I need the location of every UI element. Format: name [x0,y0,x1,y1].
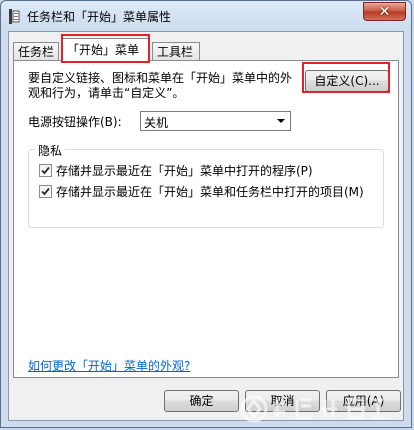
customize-highlight-box [302,62,390,93]
tab-highlight-box [61,34,150,63]
recent-items-option[interactable]: 存储并显示最近在「开始」菜单和任务栏中打开的项目(M) [39,183,364,199]
power-button-label: 电源按钮操作(B): [28,115,122,129]
tab-toolbars[interactable]: 工具栏 [152,42,200,60]
properties-dialog: 任务栏和「开始」菜单属性 ✕ 任务栏 「开始」菜单 工具栏 要自定义链接、图标和… [0,0,412,428]
recent-programs-label: 存储并显示最近在「开始」菜单中打开的程序(P) [56,163,313,178]
close-button[interactable]: ✕ [363,2,406,21]
taskbar-properties-icon [9,9,20,24]
start-menu-help-link[interactable]: 如何更改「开始」菜单的外观? [28,357,190,374]
privacy-group-label: 隐私 [35,142,66,159]
ok-button[interactable]: 确定 [164,390,239,412]
checkmark-icon [41,187,50,195]
recent-programs-option[interactable]: 存储并显示最近在「开始」菜单中打开的程序(P) [39,162,313,178]
watermark-logo [240,395,385,423]
tab-taskbar[interactable]: 任务栏 [13,42,59,60]
chevron-down-icon [277,119,285,123]
customize-description: 要自定义链接、图标和菜单在「开始」菜单中的外观和行为，请单击“自定义”。 [28,71,293,100]
privacy-group: 隐私 存储并显示最近在「开始」菜单中打开的程序(P) 存储并显示最近在「开始」菜… [28,142,384,228]
window-title: 任务栏和「开始」菜单属性 [27,10,172,24]
power-button-action-value: 关机 [144,116,169,130]
close-icon: ✕ [378,3,391,20]
start-menu-panel: 要自定义链接、图标和菜单在「开始」菜单中的外观和行为，请单击“自定义”。 自定义… [13,60,399,378]
recent-items-label: 存储并显示最近在「开始」菜单和任务栏中打开的项目(M) [56,184,364,199]
title-bar[interactable]: 任务栏和「开始」菜单属性 ✕ [1,1,411,31]
dialog-body: 任务栏 「开始」菜单 工具栏 要自定义链接、图标和菜单在「开始」菜单中的外观和行… [8,31,404,423]
recent-items-checkbox[interactable] [39,184,52,198]
power-button-action-select[interactable]: 关机 [140,111,291,131]
recent-programs-checkbox[interactable] [39,163,52,177]
checkmark-icon [41,166,50,174]
